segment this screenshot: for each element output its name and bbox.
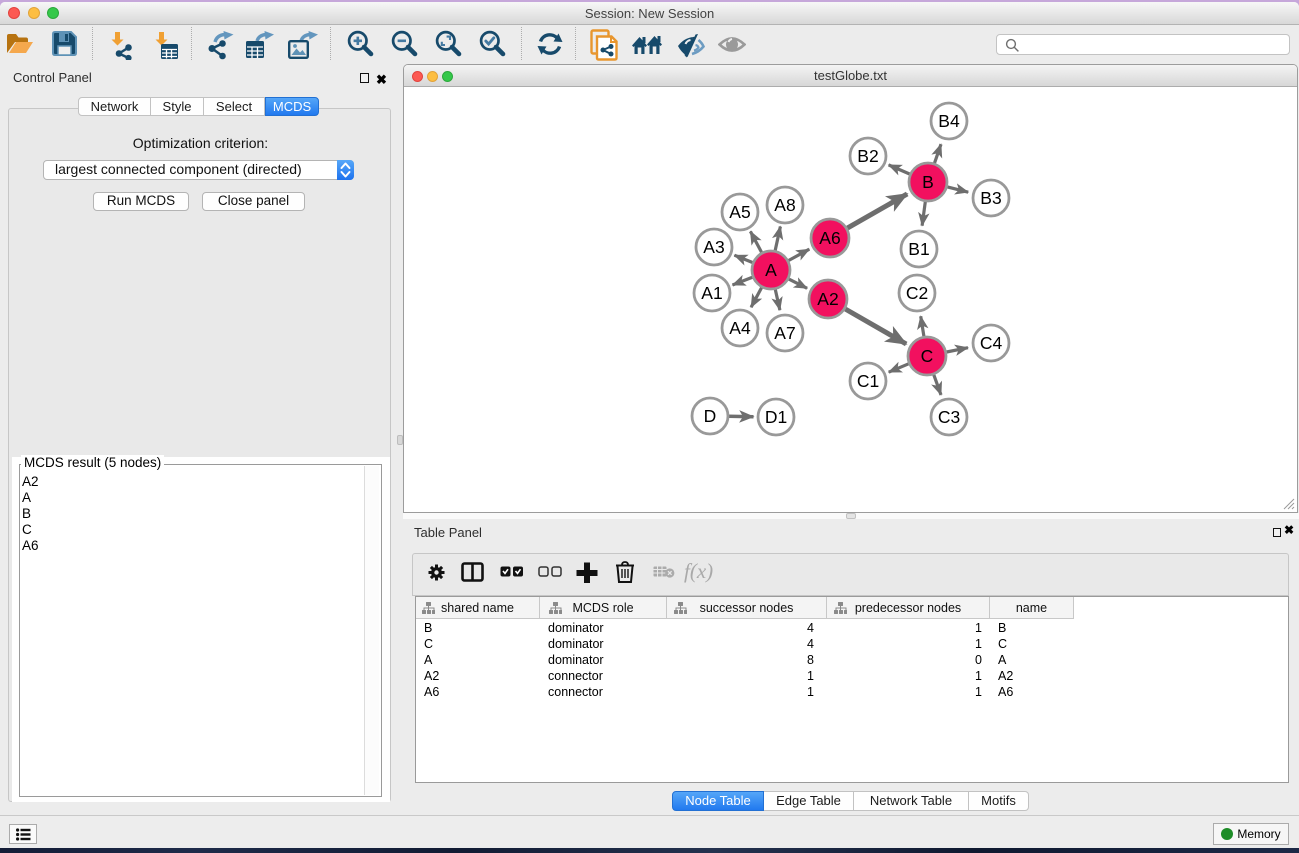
svg-text:B4: B4 [938,111,960,131]
svg-text:A1: A1 [701,283,722,303]
svg-text:A6: A6 [819,228,840,248]
svg-text:B1: B1 [908,239,929,259]
svg-text:C1: C1 [857,371,879,391]
svg-text:A4: A4 [729,318,751,338]
svg-text:A2: A2 [817,289,838,309]
svg-text:D: D [704,406,717,426]
svg-text:A8: A8 [774,195,795,215]
svg-text:B3: B3 [980,188,1001,208]
svg-text:C: C [921,346,934,366]
svg-text:A5: A5 [729,202,750,222]
svg-text:A3: A3 [703,237,724,257]
svg-text:B: B [922,172,934,192]
svg-text:D1: D1 [765,407,787,427]
svg-text:A: A [765,260,777,280]
svg-text:A7: A7 [774,323,795,343]
svg-text:C3: C3 [938,407,960,427]
svg-text:B2: B2 [857,146,878,166]
svg-text:C2: C2 [906,283,928,303]
svg-text:C4: C4 [980,333,1003,353]
